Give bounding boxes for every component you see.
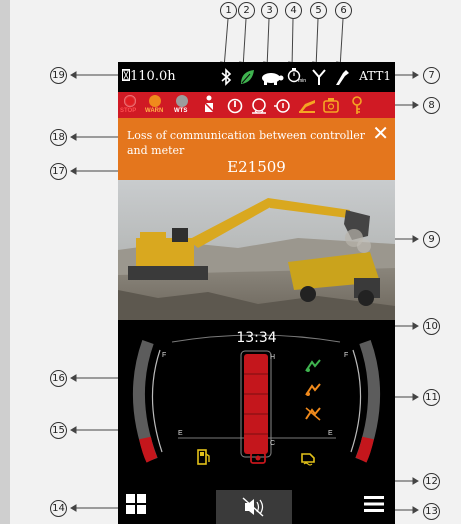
power-warning-icon <box>227 98 243 114</box>
engine-oil-pressure-icon <box>252 98 266 114</box>
callout-4: 4 <box>285 2 302 19</box>
callout-15: 15 <box>50 422 67 439</box>
warn-label: WARN <box>145 108 164 114</box>
def-full-label: F <box>344 352 349 359</box>
error-code: E21509 <box>227 158 286 176</box>
stop-lamp-icon <box>124 95 136 107</box>
callout-2: 2 <box>238 2 255 19</box>
def-empty-label: E <box>328 430 333 437</box>
temp-cold-label: C <box>270 440 276 447</box>
mute-icon <box>242 497 264 517</box>
callout-3: 3 <box>261 2 278 19</box>
glow-plug-icon <box>352 96 362 114</box>
callout-7: 7 <box>423 67 440 84</box>
close-icon[interactable]: ✕ <box>372 124 389 144</box>
attachment-mode: ATT1 <box>359 69 391 83</box>
wts-label: WTS <box>174 108 188 114</box>
callout-8: 8 <box>423 97 440 114</box>
eco-leaf-icon <box>241 70 254 84</box>
display-screen: 110.0h min ATT1 STOP WARN WTS Loss of co… <box>118 62 395 524</box>
hammer-icon <box>336 70 349 85</box>
callout-13: 13 <box>423 503 440 520</box>
hydraulic-oil-temp-icon <box>274 99 290 113</box>
alert-message: Loss of communication between controller… <box>127 129 366 157</box>
engine-check-icon <box>323 98 339 113</box>
hamburger-menu-icon[interactable] <box>363 493 385 515</box>
callout-5: 5 <box>310 2 327 19</box>
clock-display: 13:34 <box>236 330 277 346</box>
seatbelt-icon <box>204 95 215 113</box>
callout-12: 12 <box>423 473 440 490</box>
callout-16: 16 <box>50 370 67 387</box>
coolant-temp-icon <box>250 450 266 464</box>
fuel-pump-icon <box>197 449 210 465</box>
attachment-icon <box>312 69 326 85</box>
left-margin-bar <box>0 0 10 524</box>
status-bar: 110.0h min ATT1 <box>118 62 395 92</box>
wts-lamp-icon <box>176 95 188 107</box>
temp-hot-label: H <box>270 354 276 361</box>
hourglass-icon <box>122 69 130 81</box>
callout-17: 17 <box>50 163 67 180</box>
def-fluid-icon <box>301 453 315 466</box>
stop-label: STOP <box>120 108 137 114</box>
indicator-row: STOP WARN WTS <box>118 92 395 118</box>
callout-18: 18 <box>50 129 67 146</box>
callout-1: 1 <box>220 2 237 19</box>
callout-6: 6 <box>335 2 352 19</box>
buzzer-mute-button[interactable] <box>216 490 292 524</box>
auto-idle-min-label: min <box>298 78 307 84</box>
work-mode-orange-slash-icon <box>305 407 321 421</box>
fuel-empty-label: E <box>178 430 183 437</box>
gauge-panel: 13:34 F E H C F E <box>118 320 395 470</box>
bottom-bar <box>118 470 395 524</box>
bluetooth-icon <box>221 68 232 86</box>
engine-auto-idle-icon: min <box>286 67 310 87</box>
callout-9: 9 <box>423 231 440 248</box>
excavator-camera-image <box>118 180 395 320</box>
hour-meter: 110.0h <box>122 69 176 84</box>
work-mode-green-icon <box>305 359 321 372</box>
callout-14: 14 <box>50 500 67 517</box>
callout-11: 11 <box>423 389 440 406</box>
alert-banner: Loss of communication between controller… <box>118 118 395 180</box>
hour-meter-value: 110.0h <box>130 69 176 84</box>
turtle-icon <box>262 73 284 85</box>
callout-19: 19 <box>50 67 67 84</box>
warn-lamp-icon <box>149 95 161 107</box>
bucket-icon <box>299 100 315 113</box>
camera-view <box>118 180 395 320</box>
fuel-full-label: F <box>162 352 167 359</box>
work-mode-orange-icon <box>305 383 321 396</box>
grid-menu-icon[interactable] <box>125 493 147 515</box>
callout-10: 10 <box>423 318 440 335</box>
